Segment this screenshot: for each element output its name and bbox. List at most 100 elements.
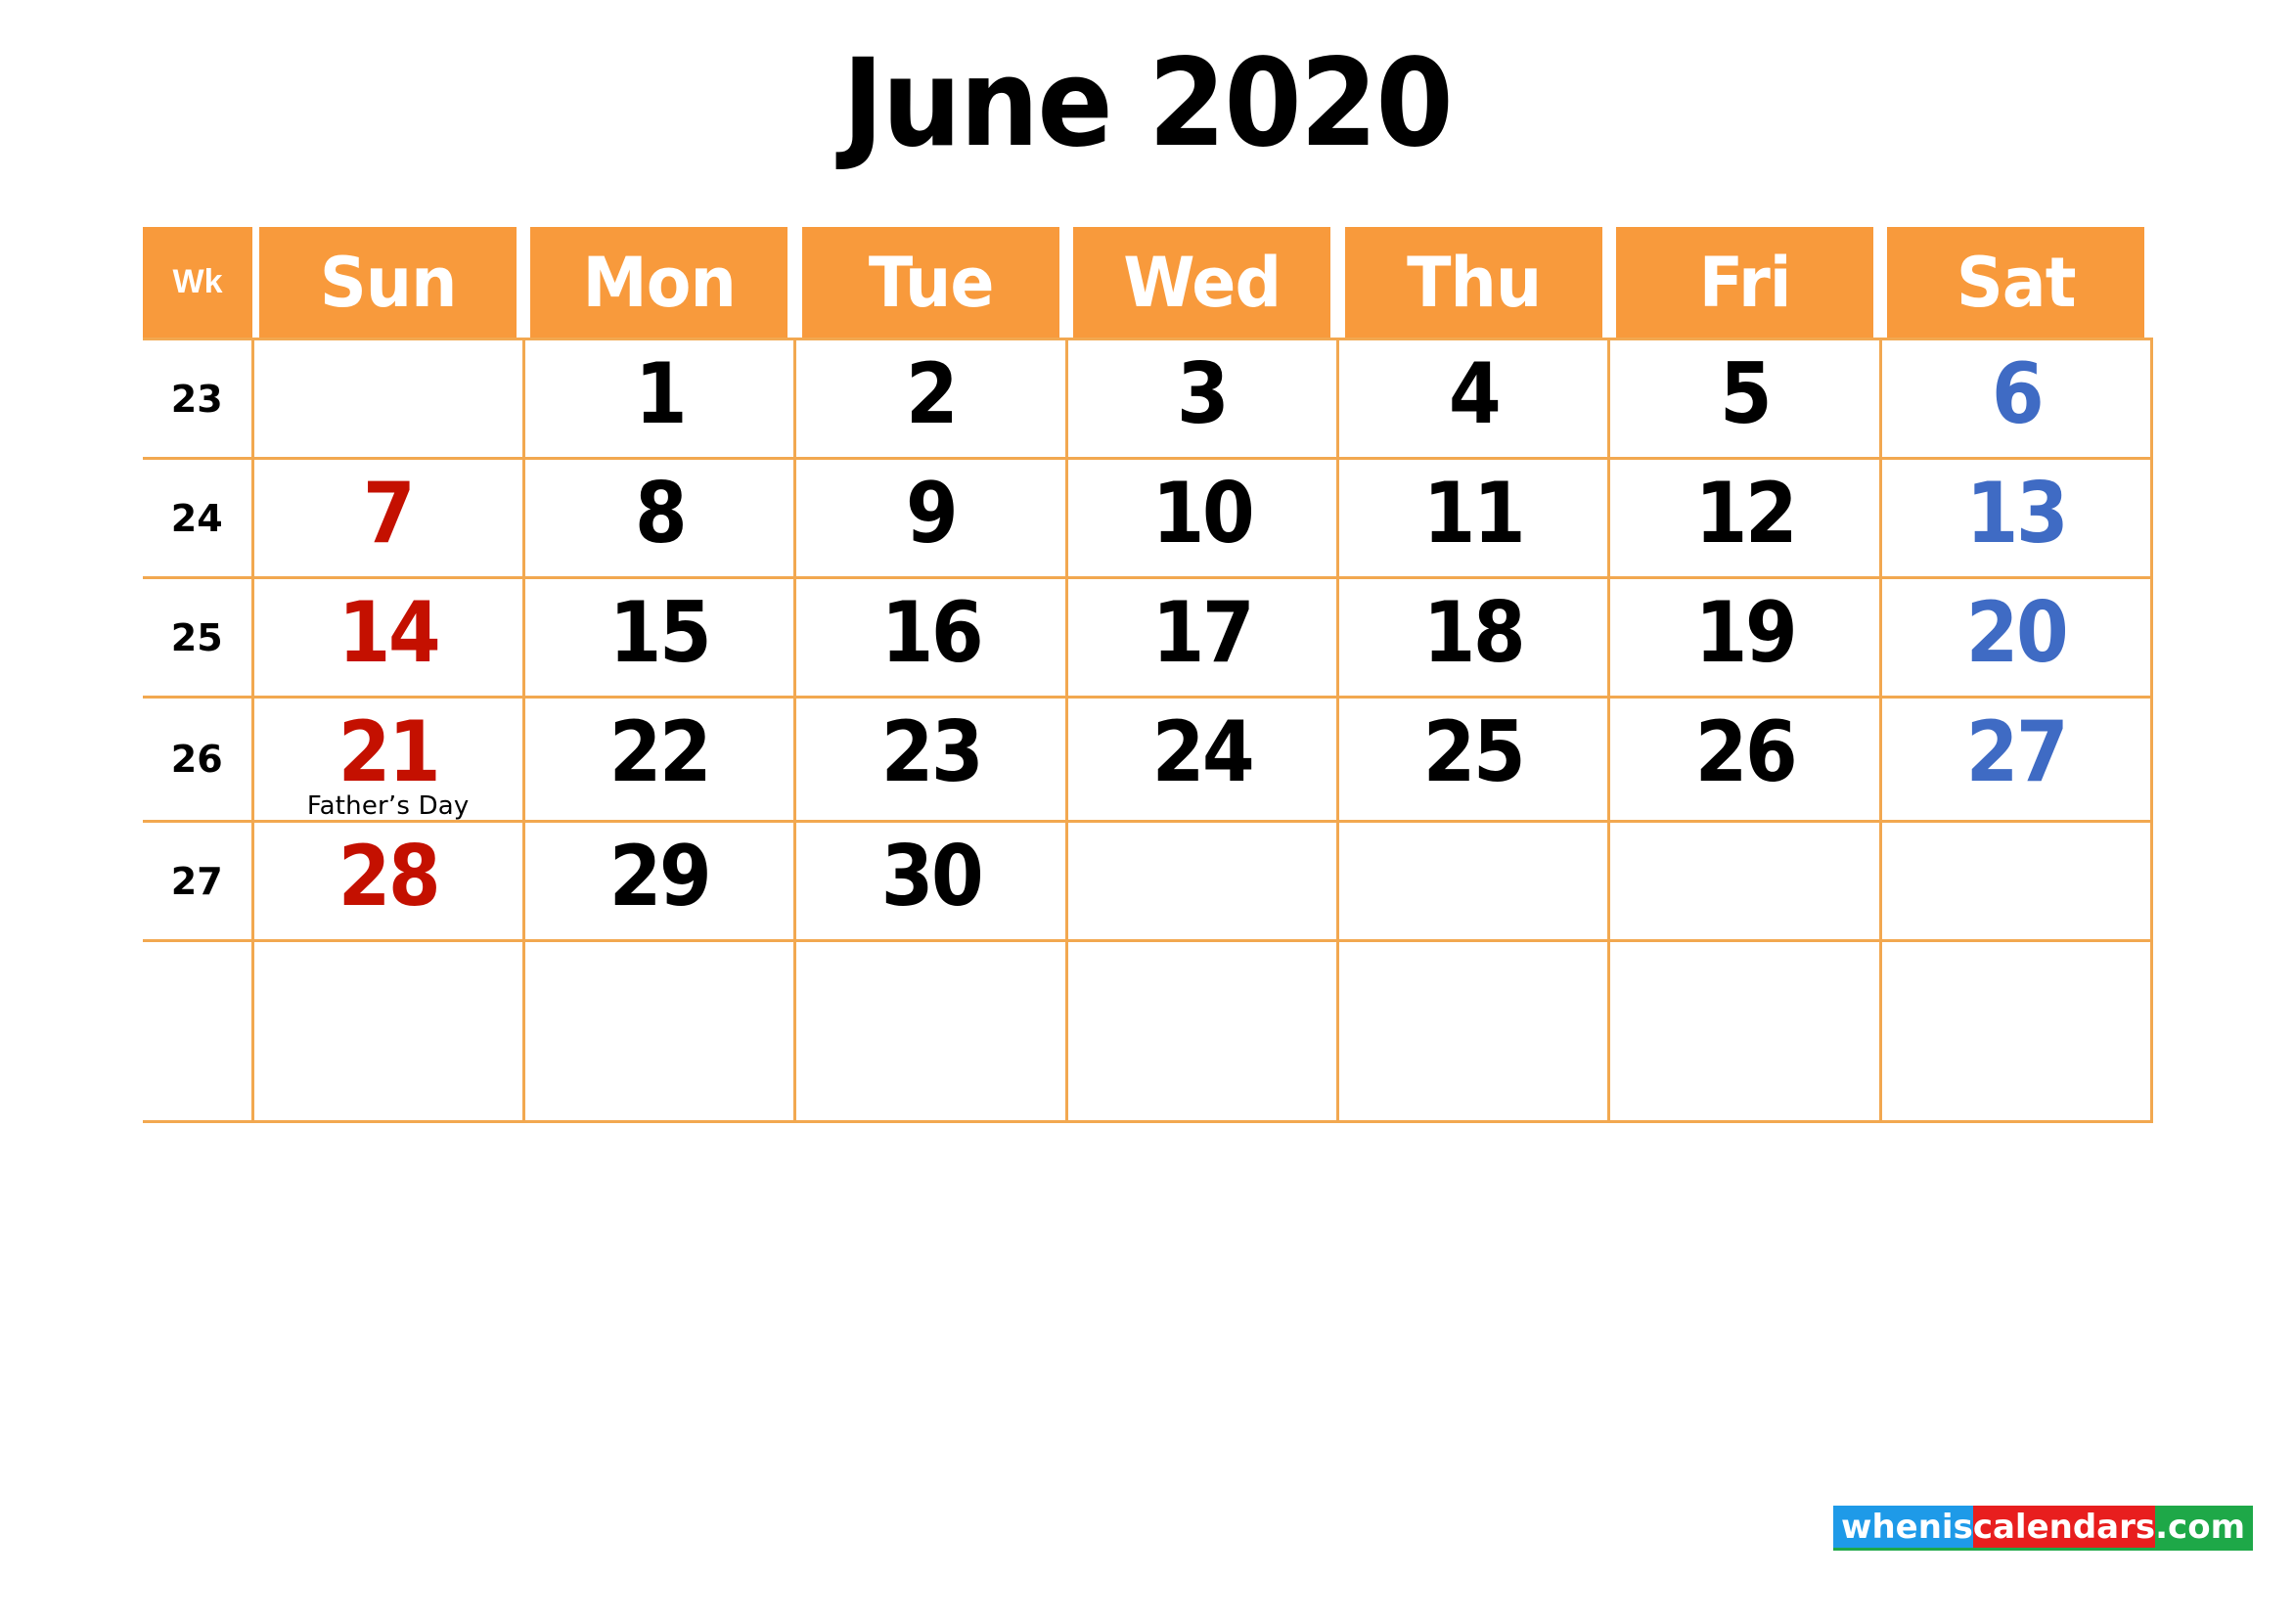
day-cell-content bbox=[1068, 823, 1336, 852]
day-number: 16 bbox=[880, 584, 983, 682]
day-number: 29 bbox=[608, 828, 712, 926]
day-cell[interactable]: 12 bbox=[1607, 457, 1882, 579]
day-number: 11 bbox=[1423, 465, 1526, 563]
header-day-mon: Mon bbox=[530, 227, 788, 339]
day-cell[interactable]: 4 bbox=[1336, 338, 1611, 460]
day-cell[interactable]: 1 bbox=[521, 338, 797, 460]
day-cell[interactable]: 22 bbox=[521, 695, 797, 824]
day-cell[interactable] bbox=[1878, 939, 2154, 1124]
day-cell-content: 19 bbox=[1610, 579, 1878, 677]
calendar-header-row: Wk Sun Mon Tue Wed Thu Fri Sat bbox=[143, 227, 2152, 339]
day-cell-content: 25 bbox=[1339, 699, 1607, 796]
day-number: 21 bbox=[337, 703, 441, 801]
day-cell-content: 8 bbox=[525, 460, 793, 558]
day-cell-content: 18 bbox=[1339, 579, 1607, 677]
day-cell-content: 6 bbox=[1882, 340, 2150, 438]
day-cell[interactable]: 26 bbox=[1607, 695, 1882, 824]
day-cell[interactable]: 16 bbox=[793, 576, 1068, 699]
week-number-cell bbox=[143, 939, 254, 1124]
day-cell[interactable] bbox=[521, 939, 797, 1124]
day-number: 23 bbox=[880, 703, 983, 801]
day-cell-content bbox=[1339, 823, 1607, 852]
day-cell[interactable]: 21 Father’s Day bbox=[250, 695, 525, 824]
header-day-tue: Tue bbox=[801, 227, 1060, 339]
day-cell[interactable] bbox=[1336, 939, 1611, 1124]
day-cell-content: 17 bbox=[1068, 579, 1336, 677]
day-number: 15 bbox=[608, 584, 712, 682]
day-cell-content: 23 bbox=[796, 699, 1064, 796]
day-number: 20 bbox=[1965, 584, 2069, 682]
day-cell[interactable]: 30 bbox=[793, 820, 1068, 943]
day-number: 8 bbox=[634, 465, 687, 563]
day-cell-content: 11 bbox=[1339, 460, 1607, 558]
day-number: 9 bbox=[905, 465, 959, 563]
week-number-cell: 23 bbox=[143, 338, 254, 460]
day-cell[interactable]: 15 bbox=[521, 576, 797, 699]
calendar-body: 23 1 2 3 4 5 6 24 7 8 9 10 11 12 13 25 14 15 16 17 18 19 20 26 2… bbox=[143, 338, 2154, 1124]
day-number: 28 bbox=[337, 828, 441, 926]
day-cell[interactable]: 7 bbox=[250, 457, 525, 579]
day-cell-content: 30 bbox=[796, 823, 1064, 921]
site-watermark[interactable]: wheniscalendars.com bbox=[1833, 1506, 2253, 1551]
day-cell[interactable]: 24 bbox=[1064, 695, 1340, 824]
header-day-wed: Wed bbox=[1073, 227, 1331, 339]
day-number: 10 bbox=[1151, 465, 1255, 563]
day-cell[interactable] bbox=[1878, 820, 2154, 943]
day-cell-content bbox=[1610, 942, 1878, 971]
day-cell[interactable]: 23 bbox=[793, 695, 1068, 824]
day-cell[interactable]: 20 bbox=[1878, 576, 2154, 699]
day-number: 6 bbox=[1991, 345, 2044, 443]
page-title: June 2020 bbox=[842, 33, 1454, 174]
day-cell[interactable] bbox=[1064, 820, 1340, 943]
day-cell[interactable]: 25 bbox=[1336, 695, 1611, 824]
day-cell[interactable]: 17 bbox=[1064, 576, 1340, 699]
watermark-part-com: .com bbox=[2155, 1506, 2253, 1548]
day-number: 24 bbox=[1151, 703, 1255, 801]
day-cell-content: 24 bbox=[1068, 699, 1336, 796]
calendar-week-row: 26 21 Father’s Day 22 23 24 25 26 27 bbox=[143, 695, 2154, 824]
day-number: 2 bbox=[905, 345, 959, 443]
calendar-week-row bbox=[143, 939, 2154, 1124]
day-cell-content: 16 bbox=[796, 579, 1064, 677]
header-day-sat: Sat bbox=[1887, 227, 2145, 339]
calendar-week-row: 27 28 29 30 bbox=[143, 820, 2154, 943]
day-number: 14 bbox=[337, 584, 441, 682]
day-cell[interactable] bbox=[1607, 820, 1882, 943]
day-cell[interactable] bbox=[250, 338, 525, 460]
day-cell[interactable] bbox=[1607, 939, 1882, 1124]
day-cell-content: 26 bbox=[1610, 699, 1878, 796]
day-number: 13 bbox=[1965, 465, 2069, 563]
day-cell[interactable]: 14 bbox=[250, 576, 525, 699]
day-cell-content: 21 Father’s Day bbox=[254, 699, 522, 820]
day-cell[interactable] bbox=[793, 939, 1068, 1124]
day-cell-content bbox=[1068, 942, 1336, 971]
day-cell-content: 29 bbox=[525, 823, 793, 921]
day-cell-content: 15 bbox=[525, 579, 793, 677]
day-cell[interactable]: 2 bbox=[793, 338, 1068, 460]
day-number: 1 bbox=[634, 345, 687, 443]
day-cell[interactable]: 3 bbox=[1064, 338, 1340, 460]
day-cell[interactable] bbox=[1336, 820, 1611, 943]
day-cell[interactable] bbox=[250, 939, 525, 1124]
day-cell[interactable]: 28 bbox=[250, 820, 525, 943]
day-cell[interactable]: 27 bbox=[1878, 695, 2154, 824]
day-cell[interactable]: 19 bbox=[1607, 576, 1882, 699]
day-cell-content: 12 bbox=[1610, 460, 1878, 558]
day-number: 17 bbox=[1151, 584, 1255, 682]
day-cell[interactable]: 13 bbox=[1878, 457, 2154, 579]
day-cell[interactable]: 5 bbox=[1607, 338, 1882, 460]
day-cell[interactable]: 8 bbox=[521, 457, 797, 579]
day-number: 27 bbox=[1965, 703, 2069, 801]
day-cell[interactable]: 29 bbox=[521, 820, 797, 943]
day-cell[interactable]: 6 bbox=[1878, 338, 2154, 460]
week-number-cell: 25 bbox=[143, 576, 254, 699]
day-cell-content bbox=[796, 942, 1064, 971]
day-cell[interactable]: 18 bbox=[1336, 576, 1611, 699]
calendar-week-row: 25 14 15 16 17 18 19 20 bbox=[143, 576, 2154, 699]
day-number: 19 bbox=[1694, 584, 1797, 682]
day-cell[interactable] bbox=[1064, 939, 1340, 1124]
day-cell[interactable]: 10 bbox=[1064, 457, 1340, 579]
day-cell[interactable]: 9 bbox=[793, 457, 1068, 579]
calendar-grid: Wk Sun Mon Tue Wed Thu Fri Sat 23 1 2 3 4 5 6 24 7 8 9 10 1… bbox=[143, 227, 2154, 1124]
day-cell[interactable]: 11 bbox=[1336, 457, 1611, 579]
